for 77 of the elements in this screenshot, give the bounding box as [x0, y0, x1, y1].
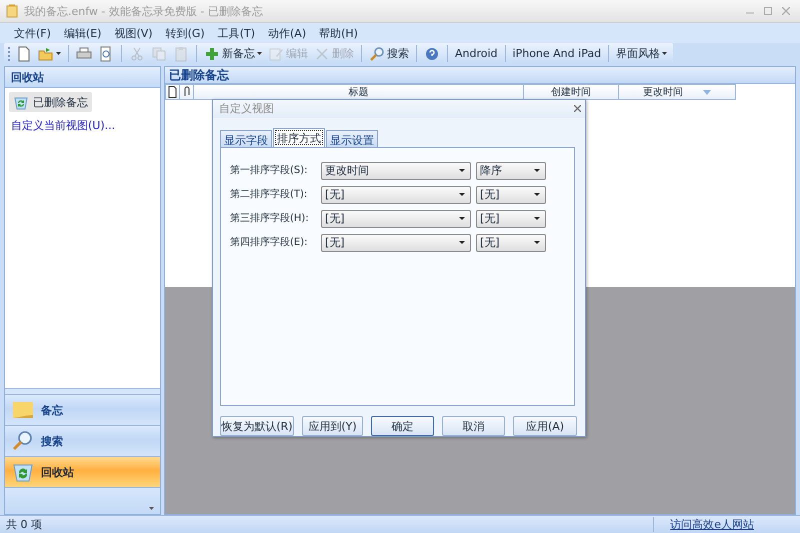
toolbar-button[interactable]: 界面风格 [614, 44, 670, 63]
splitter-handle[interactable] [5, 388, 160, 394]
plus-icon [204, 46, 220, 62]
dropdown[interactable]: 更改时间 [321, 162, 471, 180]
toolbar-button[interactable]: iPhone And iPad [510, 44, 604, 63]
caret-icon [257, 52, 262, 55]
tab[interactable]: 显示设置 [326, 130, 378, 147]
copy-icon [151, 46, 167, 62]
sort-descending-icon [703, 90, 712, 94]
menu-item[interactable]: 编辑(E) [62, 24, 104, 42]
caret-icon [56, 52, 61, 55]
search-icon [11, 430, 35, 452]
caret-icon [149, 507, 154, 510]
dialog-button[interactable]: 确定 [371, 416, 434, 436]
sticky-note-icon [11, 399, 35, 421]
dialog-button[interactable]: 应用(A) [513, 416, 577, 436]
menu-item[interactable]: 文件(F) [12, 24, 53, 42]
field-label: 第四排序字段(E): [230, 236, 308, 250]
dialog-button[interactable]: 恢复为默认(R) [220, 416, 294, 436]
menu-item[interactable]: 帮助(H) [317, 24, 360, 42]
help-icon [424, 46, 440, 62]
dropdown[interactable]: [无] [321, 210, 471, 228]
folder-icon [38, 46, 54, 62]
customize-view-link[interactable]: 自定义当前视图(U)... [9, 118, 156, 133]
caret-icon [534, 193, 540, 196]
dropdown[interactable]: [无] [476, 210, 546, 228]
caret-icon [459, 193, 465, 196]
tree-item[interactable]: 已删除备忘 [9, 92, 92, 112]
maximize-icon[interactable] [764, 7, 772, 15]
toolbar-button[interactable]: Android [453, 44, 500, 63]
printer-icon [76, 46, 92, 62]
caret-icon [662, 52, 668, 55]
notepad-icon [6, 4, 18, 18]
tab[interactable]: 显示字段 [220, 130, 272, 147]
caret-icon [459, 217, 465, 220]
dropdown[interactable]: [无] [321, 186, 471, 204]
caret-icon [459, 169, 465, 172]
panel-header: 回收站 [5, 67, 160, 88]
caret-icon [459, 241, 465, 244]
dialog-button[interactable]: 取消 [442, 416, 505, 436]
toolbar-button[interactable]: 搜索 [367, 44, 411, 63]
item-count: 共 0 项 [5, 517, 43, 532]
navigation-button[interactable]: 搜索 [5, 425, 160, 456]
panel-header: 已删除备忘 [165, 67, 795, 84]
pencil-note-icon [268, 46, 284, 62]
dropdown[interactable]: 降序 [476, 162, 546, 180]
field-label: 第三排序字段(H): [230, 212, 310, 226]
document-icon [16, 46, 32, 62]
window-title: 我的备忘.enfw - 效能备忘录免费版 - 已删除备忘 [24, 4, 264, 18]
paperclip-icon [182, 86, 191, 98]
caret-icon [534, 241, 540, 244]
menu-item[interactable]: 转到(G) [164, 24, 207, 42]
caret-icon [534, 169, 540, 172]
field-label: 第一排序字段(S): [230, 164, 309, 178]
field-label: 第二排序字段(T): [230, 188, 308, 202]
menu-item[interactable]: 动作(A) [266, 24, 308, 42]
toolbar-button[interactable]: 新备忘 [202, 44, 264, 63]
tab[interactable]: 排序方式 [273, 128, 325, 147]
scissors-icon [129, 46, 145, 62]
column-header[interactable] [165, 85, 179, 99]
cross-icon [314, 46, 330, 62]
column-header[interactable]: 更改时间 [618, 85, 736, 99]
menu-item[interactable]: 视图(V) [112, 24, 155, 42]
dialog-button[interactable]: 应用到(Y) [302, 416, 363, 436]
caret-icon [534, 217, 540, 220]
clipboard-icon [173, 46, 189, 62]
website-link[interactable]: 访问高效e人网站 [653, 517, 770, 532]
menu-item[interactable]: 工具(T) [216, 24, 257, 42]
dropdown[interactable]: [无] [321, 234, 471, 252]
navigation-button[interactable]: 备忘 [5, 394, 160, 425]
close-icon[interactable] [574, 105, 581, 112]
dropdown[interactable]: [无] [476, 234, 546, 252]
dialog-title: 自定义视图 [219, 101, 275, 116]
navigation-button[interactable]: 回收站 [5, 456, 160, 487]
dropdown[interactable]: [无] [476, 186, 546, 204]
document-icon [168, 86, 177, 98]
search-icon [369, 46, 385, 62]
